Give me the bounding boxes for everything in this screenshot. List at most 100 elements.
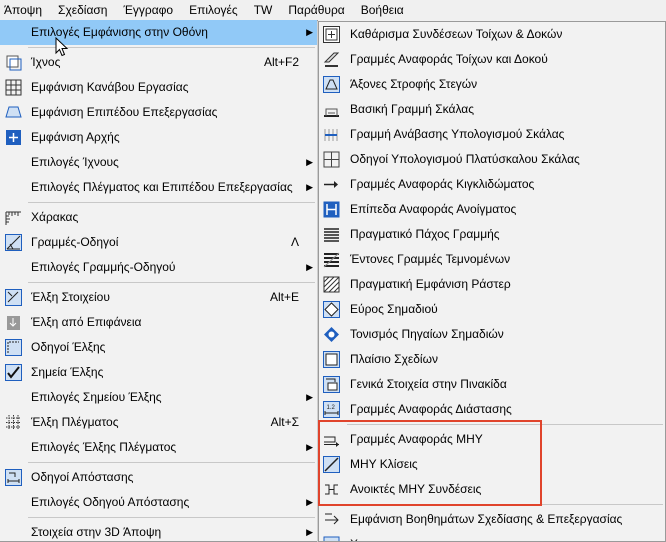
menu-item[interactable]: Εύρος Σημαδιού bbox=[319, 297, 665, 322]
menu-item[interactable]: Πλαίσιο Σχεδίων bbox=[319, 347, 665, 372]
menu-item-label: Γραμμές-Οδηγοί bbox=[31, 235, 119, 249]
menu-item[interactable]: Επιλογές Σημείου Έλξης ▶ bbox=[0, 385, 317, 410]
menu-item[interactable]: Έλξη από Επιφάνεια bbox=[0, 310, 317, 335]
menu-item[interactable]: Εμφάνιση Αρχής bbox=[0, 125, 317, 150]
menu-item[interactable]: ΜΗΥ Κλίσεις bbox=[319, 452, 665, 477]
menu-item[interactable]: Γραμμές Αναφοράς Τοίχων και Δοκού bbox=[319, 47, 665, 72]
wall-reference-lines-icon bbox=[322, 50, 341, 69]
menubar-item[interactable]: Επιλογές bbox=[181, 0, 246, 20]
menu-item-label: Εμφάνιση Επιπέδου Επεξεργασίας bbox=[31, 105, 218, 119]
menubar-item[interactable]: Παράθυρα bbox=[280, 0, 352, 20]
submenu-arrow-icon: ▶ bbox=[306, 262, 313, 272]
menu-item[interactable]: Οδηγοί Έλξης bbox=[0, 335, 317, 360]
menubar-item[interactable]: Έγγραφο bbox=[115, 0, 181, 20]
menu-item[interactable]: Επίπεδα Αναφοράς Ανοίγματος bbox=[319, 197, 665, 222]
none-icon bbox=[4, 178, 23, 197]
menu-item[interactable]: Ανοικτές ΜΗΥ Συνδέσεις bbox=[319, 477, 665, 502]
menu-item-label: Γενικά Στοιχεία στην Πινακίδα bbox=[350, 377, 507, 391]
menubar-item[interactable]: Βοήθεια bbox=[353, 0, 412, 20]
menu-item-label: Οδηγοί Απόστασης bbox=[31, 470, 134, 484]
menu-item[interactable]: Καθάρισμα Συνδέσεων Τοίχων & Δοκών bbox=[319, 22, 665, 47]
menu-item-label: Οδηγοί Υπολογισμού Πλατύσκαλου Σκάλας bbox=[350, 152, 580, 166]
plane-icon bbox=[4, 103, 23, 122]
menubar-item[interactable]: Σχεδίαση bbox=[50, 0, 115, 20]
menu-item[interactable]: Εμφάνιση Κανάβου Εργασίας bbox=[0, 75, 317, 100]
menu-item[interactable]: Οδηγοί Απόστασης bbox=[0, 465, 317, 490]
menu-item-shortcut: Alt+F2 bbox=[263, 55, 299, 69]
menu-item-label: Επιλογές Οδηγού Απόστασης bbox=[31, 495, 190, 509]
title-autotext-icon bbox=[322, 375, 341, 394]
menu-item-label: Στοιχεία στην 3D Άποψη bbox=[31, 525, 162, 539]
submenu-arrow-icon: ▶ bbox=[306, 157, 313, 167]
menubar-item[interactable]: TW bbox=[246, 0, 281, 20]
menu-item[interactable]: Επιλογές Ίχνους ▶ bbox=[0, 150, 317, 175]
snap-guides-icon bbox=[4, 338, 23, 357]
menu-item[interactable]: Χάρακας bbox=[0, 205, 317, 230]
menu-item-label: Επιλογές Γραμμής-Οδηγού bbox=[31, 260, 176, 274]
element-snap-icon bbox=[4, 288, 23, 307]
guide-lines-icon bbox=[4, 233, 23, 252]
menu-item-label: Εμφάνιση Αρχής bbox=[31, 130, 120, 144]
menu-item-label: Πραγματικό Πάχος Γραμμής bbox=[350, 227, 500, 241]
menu-item-label: Γραμμές Αναφοράς Διάστασης bbox=[350, 402, 512, 416]
menu-item-label: Εμφάνιση Βοηθημάτων Σχεδίασης & Επεξεργα… bbox=[350, 512, 623, 526]
menu-item[interactable]: Στοιχεία στην 3D Άποψη ▶ bbox=[0, 520, 317, 541]
menu-item[interactable]: Οδηγοί Υπολογισμού Πλατύσκαλου Σκάλας bbox=[319, 147, 665, 172]
menu-item-label: Τονισμός Πηγαίων Σημαδιών bbox=[350, 327, 504, 341]
none-icon bbox=[4, 153, 23, 172]
menu-item-label: Επίπεδα Αναφοράς Ανοίγματος bbox=[350, 202, 517, 216]
menu-item-label: Επιλογές Σημείου Έλξης bbox=[31, 390, 162, 404]
menu-item[interactable]: 1.2 Γραμμές Αναφοράς Διάστασης bbox=[319, 397, 665, 422]
on-screen-view-options-submenu: Καθάρισμα Συνδέσεων Τοίχων & Δοκών Γραμμέ… bbox=[318, 21, 666, 542]
ruler-icon bbox=[4, 208, 23, 227]
clean-intersections-icon bbox=[322, 25, 341, 44]
menu-item[interactable]: Χ bbox=[319, 532, 665, 541]
menubar-item[interactable]: Άποψη bbox=[0, 0, 50, 20]
menu-item-label: Άξονες Στροφής Στεγών bbox=[350, 77, 478, 91]
menu-item-label: Οδηγοί Έλξης bbox=[31, 340, 106, 354]
menu-item[interactable]: Γενικά Στοιχεία στην Πινακίδα bbox=[319, 372, 665, 397]
menu-item[interactable]: Σημεία Έλξης bbox=[0, 360, 317, 385]
menu-item-label: Χάρακας bbox=[31, 210, 79, 224]
menu-item-shortcut: Alt+Σ bbox=[270, 415, 299, 429]
menu-item[interactable]: Βασική Γραμμή Σκάλας bbox=[319, 97, 665, 122]
menu-item[interactable]: Έλξη Στοιχείου Alt+E bbox=[0, 285, 317, 310]
menu-item[interactable]: Επιλογές Εμφάνισης στην Οθόνη ▶ bbox=[0, 20, 317, 45]
menu-item-label: Έλξη Στοιχείου bbox=[31, 290, 110, 304]
menu-item[interactable]: Επιλογές Πλέγματος και Επιπέδου Επεξεργα… bbox=[0, 175, 317, 200]
dimension-reference-icon: 1.2 bbox=[322, 400, 341, 419]
menu-item[interactable]: Επιλογές Γραμμής-Οδηγού ▶ bbox=[0, 255, 317, 280]
drafting-aids-icon bbox=[322, 510, 341, 529]
menu-item[interactable]: Εμφάνιση Επιπέδου Επεξεργασίας bbox=[0, 100, 317, 125]
menu-item-label: Έντονες Γραμμές Τεμνομένων bbox=[350, 252, 511, 266]
menu-item-label: Καθάρισμα Συνδέσεων Τοίχων & Δοκών bbox=[350, 27, 563, 41]
menu-item[interactable]: Πραγματική Εμφάνιση Ράστερ bbox=[319, 272, 665, 297]
menu-item[interactable]: Επιλογές Έλξης Πλέγματος ▶ bbox=[0, 435, 317, 460]
mep-slopes-icon bbox=[322, 455, 341, 474]
menu-item[interactable]: Άξονες Στροφής Στεγών bbox=[319, 72, 665, 97]
submenu-arrow-icon: ▶ bbox=[306, 182, 313, 192]
landing-guides-icon bbox=[322, 150, 341, 169]
menu-item[interactable]: Έντονες Γραμμές Τεμνομένων bbox=[319, 247, 665, 272]
menu-item[interactable]: Ίχνος Alt+F2 bbox=[0, 50, 317, 75]
menu-item[interactable]: Πραγματικό Πάχος Γραμμής bbox=[319, 222, 665, 247]
menu-item[interactable]: Έλξη Πλέγματος Alt+Σ bbox=[0, 410, 317, 435]
mouse-cursor-icon bbox=[55, 37, 69, 57]
menu-item[interactable]: Γραμμές Αναφοράς Κιγκλιδώματος bbox=[319, 172, 665, 197]
menu-item-label: Έλξη Πλέγματος bbox=[31, 415, 119, 429]
menu-item[interactable]: Επιλογές Οδηγού Απόστασης ▶ bbox=[0, 490, 317, 515]
menu-item[interactable]: Γραμμές-Οδηγοί Λ bbox=[0, 230, 317, 255]
menu-item[interactable]: Τονισμός Πηγαίων Σημαδιών bbox=[319, 322, 665, 347]
surface-snap-icon bbox=[4, 313, 23, 332]
none-icon bbox=[4, 438, 23, 457]
menu-item[interactable]: Εμφάνιση Βοηθημάτων Σχεδίασης & Επεξεργα… bbox=[319, 507, 665, 532]
menu-item-label: Επιλογές Ίχνους bbox=[31, 155, 119, 169]
menu-item[interactable]: Γραμμή Ανάβασης Υπολογισμού Σκάλας bbox=[319, 122, 665, 147]
menu-item-label: Γραμμές Αναφοράς ΜΗΥ bbox=[350, 432, 483, 446]
vectorial-hatching-icon bbox=[322, 275, 341, 294]
menu-item[interactable]: Γραμμές Αναφοράς ΜΗΥ bbox=[319, 427, 665, 452]
menu-item-label: Επιλογές Πλέγματος και Επιπέδου Επεξεργα… bbox=[31, 180, 293, 194]
menu-item-label: Πλαίσιο Σχεδίων bbox=[350, 352, 438, 366]
menu-item-label: Βασική Γραμμή Σκάλας bbox=[350, 102, 474, 116]
view-menu: Επιλογές Εμφάνισης στην Οθόνη ▶ Ίχνος Alt+F… bbox=[0, 20, 318, 542]
